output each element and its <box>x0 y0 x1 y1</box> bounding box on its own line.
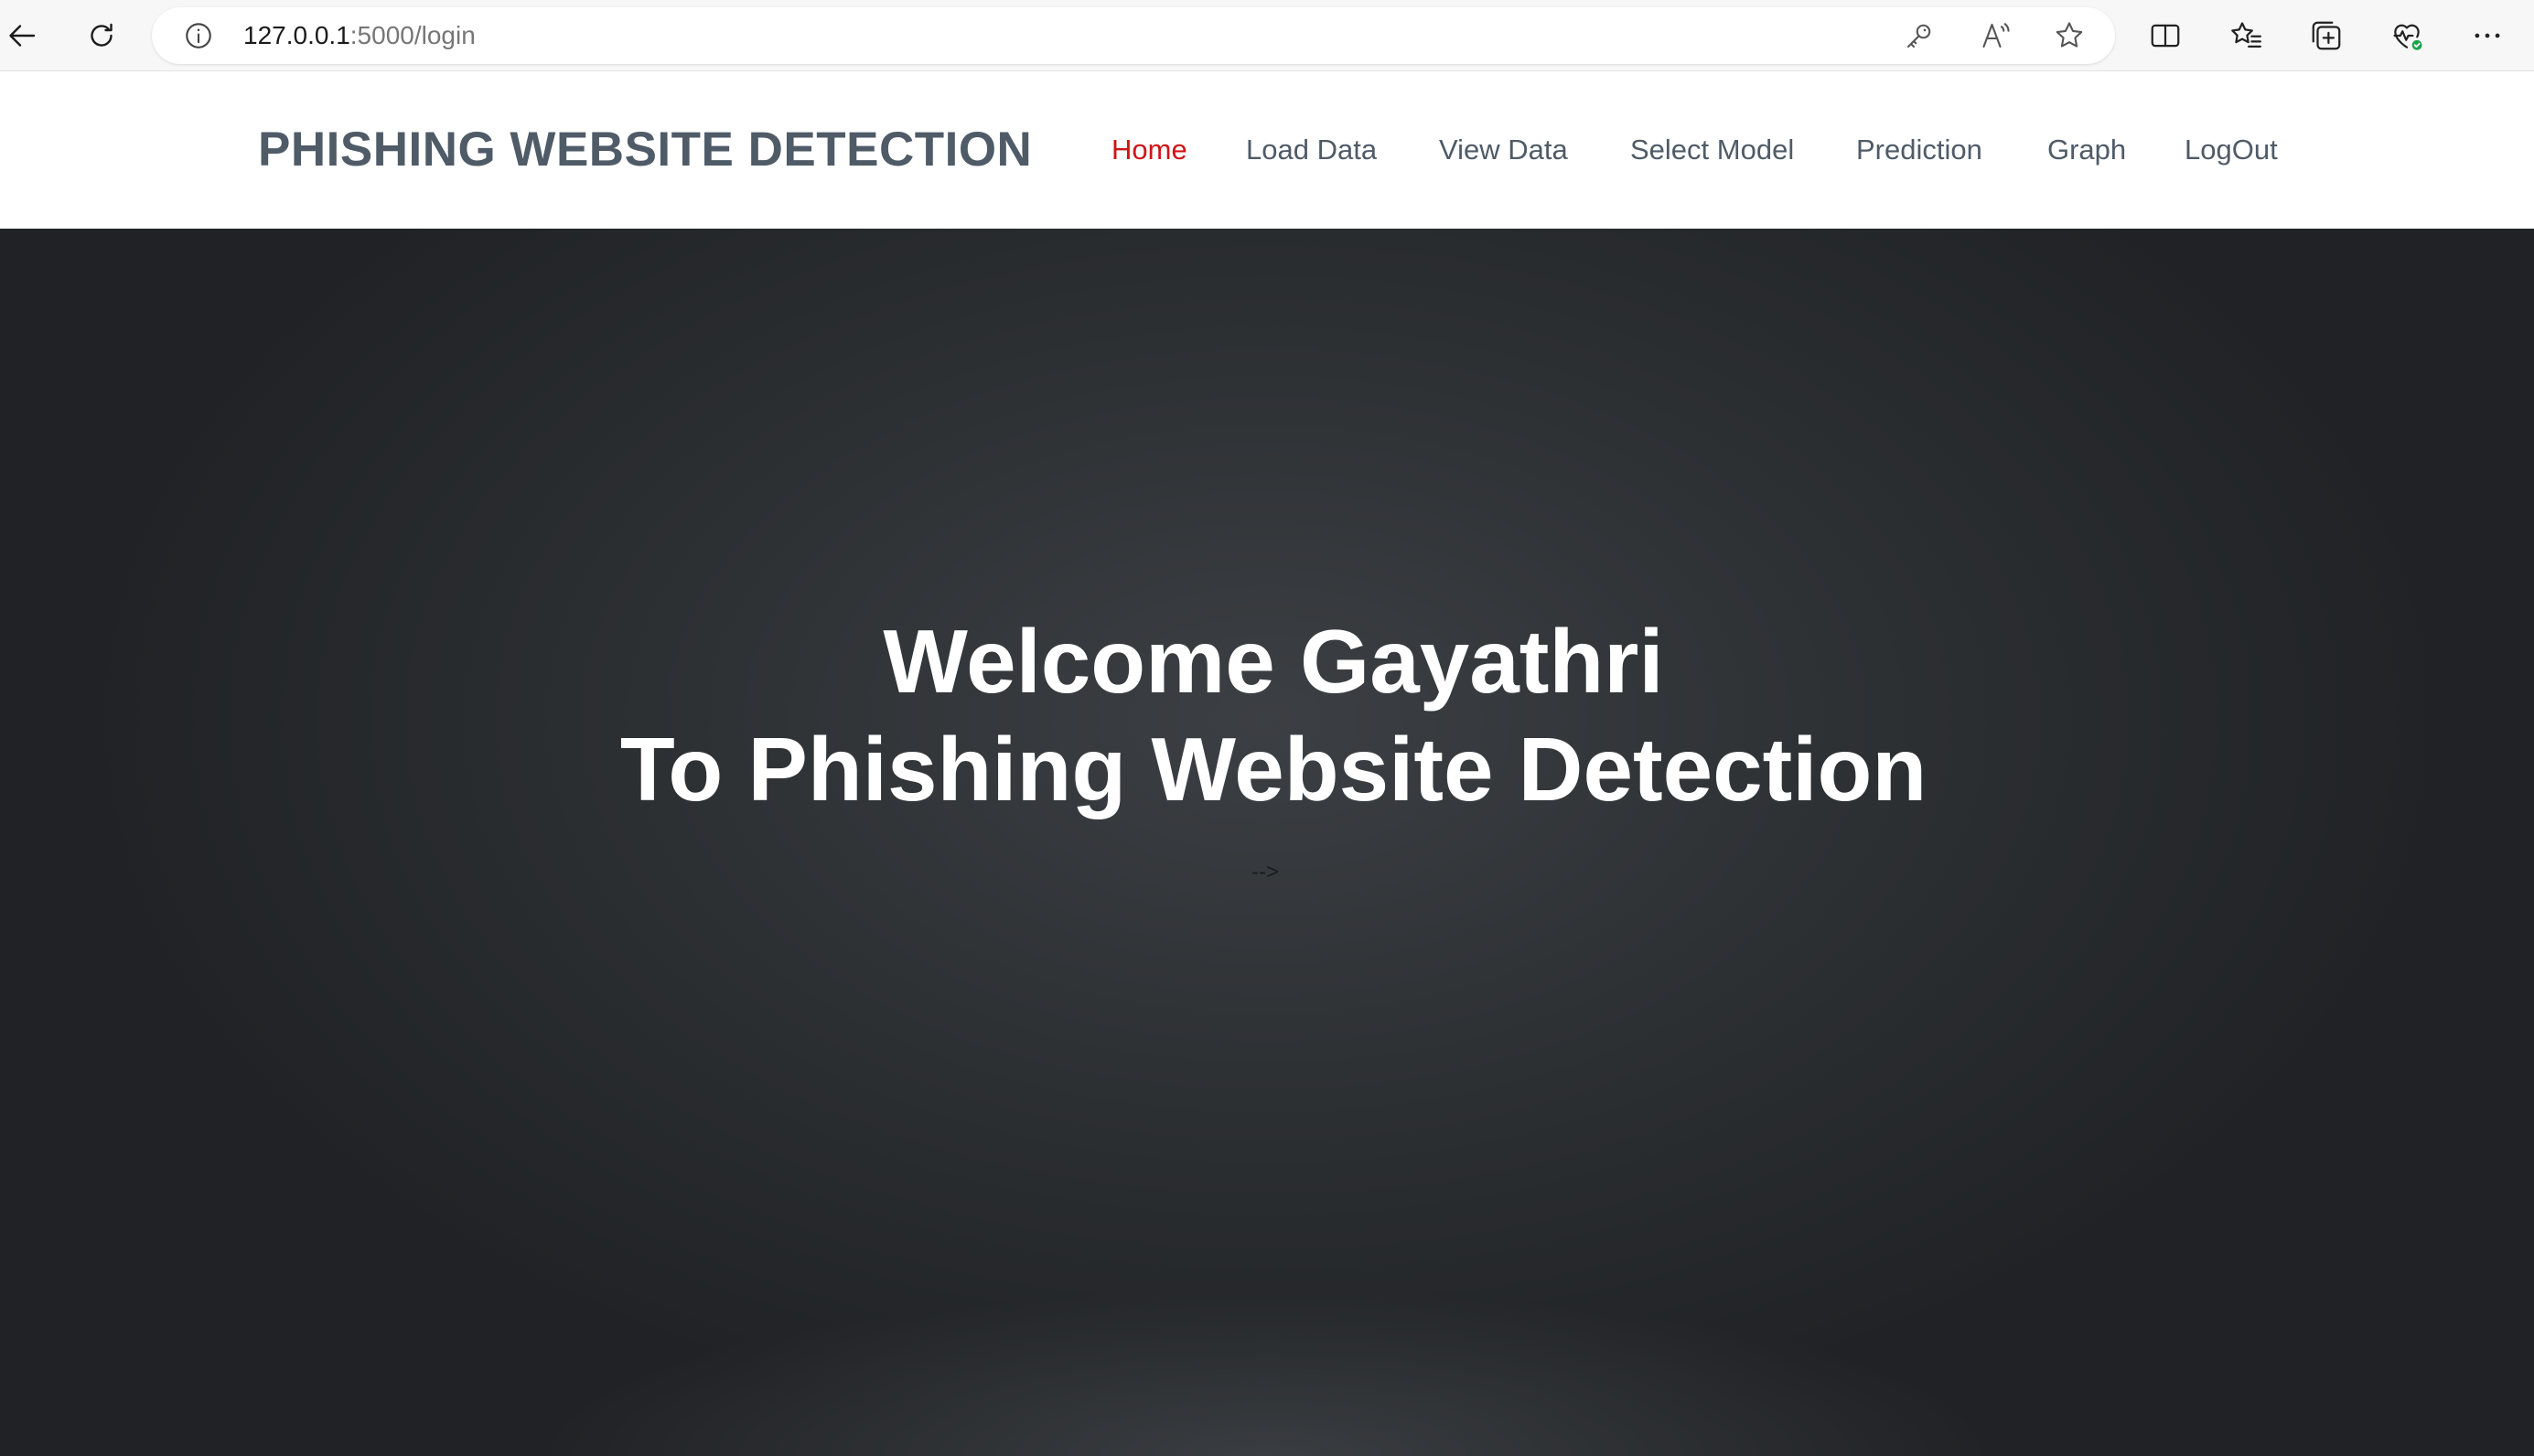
nav-logout[interactable]: LogOut <box>2185 71 2278 229</box>
split-screen-icon[interactable] <box>2148 18 2183 53</box>
nav-home[interactable]: Home <box>1111 71 1187 229</box>
reload-button[interactable] <box>79 13 124 59</box>
brand-title[interactable]: PHISHING WEBSITE DETECTION <box>258 71 1032 229</box>
address-bar[interactable]: 127.0.0.1:5000/login <box>152 7 2115 64</box>
reload-icon <box>91 23 113 47</box>
browser-toolbar: 127.0.0.1:5000/login <box>0 0 2534 71</box>
heart-pulse-icon[interactable] <box>2389 18 2424 53</box>
stray-comment-text: --> <box>1251 860 1279 884</box>
url-text[interactable]: 127.0.0.1:5000/login <box>243 7 476 64</box>
nav-graph[interactable]: Graph <box>2047 71 2126 229</box>
read-aloud-icon[interactable] <box>1980 19 2013 52</box>
favorites-icon[interactable] <box>2228 18 2263 53</box>
nav-view-data[interactable]: View Data <box>1439 71 1568 229</box>
site-header: PHISHING WEBSITE DETECTION Home Load Dat… <box>0 71 2534 229</box>
more-icon[interactable] <box>2470 18 2505 53</box>
hero-section: Welcome Gayathri To Phishing Website Det… <box>0 229 2534 1456</box>
nav-select-model[interactable]: Select Model <box>1630 71 1794 229</box>
back-arrow-icon <box>9 25 36 47</box>
info-icon[interactable] <box>183 20 214 51</box>
nav-prediction[interactable]: Prediction <box>1856 71 1982 229</box>
star-icon[interactable] <box>2053 19 2086 52</box>
url-host: 127.0.0.1 <box>243 21 350 49</box>
nav-load-data[interactable]: Load Data <box>1246 71 1377 229</box>
hero-subtitle-line: To Phishing Website Detection <box>619 719 1927 819</box>
url-path: :5000/login <box>349 21 476 49</box>
hero-welcome-line: Welcome Gayathri <box>883 611 1664 712</box>
collections-icon[interactable] <box>2309 18 2344 53</box>
hero-heading: Welcome Gayathri To Phishing Website Det… <box>0 607 2534 823</box>
key-icon[interactable] <box>1903 19 1936 52</box>
back-button[interactable] <box>0 13 46 59</box>
